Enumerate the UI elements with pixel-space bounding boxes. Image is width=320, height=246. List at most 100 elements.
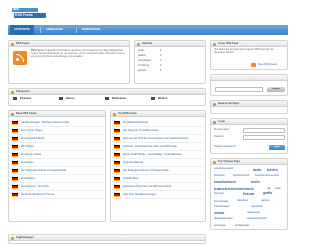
statistics-title: Statistik [142, 42, 153, 45]
tag-link[interactable]: vorsorge [214, 223, 226, 227]
tag-link[interactable]: webdesign [235, 223, 249, 227]
category-webmaster[interactable]: Webmaster [105, 97, 126, 103]
tag-link[interactable]: verbraucherrecht [247, 217, 267, 220]
bullet-icon [11, 236, 14, 240]
tag-link[interactable]: funk [275, 186, 281, 190]
tagbindings-panel: Tagbindungen [8, 234, 206, 244]
username-input[interactable] [243, 128, 285, 133]
tag-link[interactable]: grafik [263, 191, 272, 195]
german-flag-icon [12, 161, 18, 165]
search-input[interactable] [215, 87, 263, 92]
german-flag-icon [12, 153, 18, 157]
own-feed-text: Hier finden Sie den auch einen eigenen R… [214, 49, 274, 54]
german-flag-icon [12, 121, 18, 125]
tag-link[interactable]: berlin [251, 180, 260, 184]
tag-link[interactable]: bubenbed [237, 199, 248, 202]
list-item[interactable]: Infos über Staetdenfernungen [112, 191, 206, 199]
about-panel: RSS Feeds RSS Feeds mit aktuellen Inform… [8, 40, 130, 84]
category-reisen[interactable]: Reisen [59, 97, 75, 103]
tag-link[interactable]: berlin [267, 167, 278, 172]
categories-panel: Kategorien Finanzen Reisen Webmaster Wei… [8, 88, 206, 106]
list-item[interactable]: Zinsnet Dr. Gnatel [10, 151, 106, 159]
list-item[interactable]: Koch Forum Singer [10, 127, 106, 135]
forgot-password-link[interactable]: Passwort vergessen? [214, 146, 236, 148]
new-feeds-title: Neue RSS Feeds [16, 112, 37, 115]
username-label: Benutzername: [214, 129, 230, 131]
list-item[interactable]: Versicherung - Test Tools [10, 183, 106, 191]
list-item[interactable]: Ein Bildernachrichtung [112, 119, 206, 127]
search-button[interactable]: suchen [267, 87, 285, 92]
category-finanzen[interactable]: Finanzen [13, 97, 31, 103]
statistics-panel: Statistik feeds 0 gesamt: 0 eingetragen: 0 … [134, 40, 206, 84]
list-item[interactable]: Iontinelle - Finanzliebnisse zitiert von… [112, 143, 206, 151]
german-flag-icon [12, 185, 18, 189]
category-weitere[interactable]: Weitere [151, 97, 167, 103]
own-feed-title: Unser RSS Feed [218, 42, 239, 45]
tag-link[interactable]: advertsing-network [214, 168, 233, 170]
rss-icon [13, 51, 27, 65]
tag-link[interactable]: finanzen [214, 192, 224, 195]
tag-link[interactable]: homepage [214, 199, 228, 203]
tags-panel: Top Themen Tags advertsing-network auto … [210, 158, 288, 230]
german-flag-icon [114, 161, 120, 165]
list-item[interactable]: Schwatz Beta [112, 175, 206, 183]
german-flag-icon [12, 129, 18, 133]
list-item[interactable]: Branchenbuch Berlin [10, 135, 106, 143]
german-flag-icon [12, 177, 18, 181]
statistics-list: feeds 0 gesamt: 0 eingetragen: 0 in Prüfung… [138, 49, 210, 74]
list-item[interactable]: PR Hobbys [10, 143, 106, 151]
german-flag-icon [12, 145, 18, 149]
list-item[interactable]: Worldwolken [10, 175, 106, 183]
login-title: Login [218, 120, 226, 123]
tag-link[interactable]: internationalen [214, 205, 230, 208]
new-feeds-panel: Neue RSS Feeds Handlerbewegen - Wichtige… [8, 110, 106, 222]
german-flag-icon [114, 129, 120, 133]
list-item[interactable]: Vergnubeldabeing [112, 159, 206, 167]
list-item[interactable]: Alles aus der Welt der Gesangsaten und L… [112, 135, 206, 143]
newest-title: Neueste Einträge [218, 102, 240, 105]
password-input[interactable] [243, 135, 285, 140]
list-item[interactable]: Der Zielgruppenlinkset in Provate Portal… [10, 167, 106, 175]
top-feeds-title: Top RSS Feeds [118, 112, 137, 115]
german-flag-icon [114, 177, 120, 181]
top-feeds-list: Ein Bildernachrichtung Alle Tipps von Tu… [112, 119, 206, 199]
nav-item-newsartikel[interactable]: NEWSARTIKEL [78, 25, 105, 35]
german-flag-icon [12, 193, 18, 197]
about-text: RSS Feeds mit aktuellen Informationen ge… [31, 50, 126, 58]
tag-link[interactable]: branchenverzeichnis [255, 174, 279, 177]
german-flag-icon [114, 169, 120, 173]
list-item[interactable]: Deutsche Wordpress Themes [10, 191, 106, 199]
own-feed-panel: Unser RSS Feed Hier finden Sie den auch … [210, 40, 288, 70]
bullet-icon [113, 112, 116, 116]
german-flag-icon [114, 137, 120, 141]
tag-link[interactable]: forum [243, 191, 254, 196]
list-item[interactable]: Exklusivere Branchen und RSS Verzeichnis [112, 183, 206, 191]
tag-link[interactable]: dienstleistungen [214, 217, 233, 220]
tag-link[interactable]: menschen [251, 205, 263, 208]
list-item[interactable]: Alle Tipps von Tuna Bike Center [112, 127, 206, 135]
bullet-icon [213, 42, 216, 46]
list-item[interactable]: Sicher Gedichtbloge - Chucktrillage - Fi… [112, 151, 206, 159]
tag-link[interactable]: restaurants [247, 211, 260, 214]
tag-link[interactable]: urlaub [214, 211, 224, 215]
login-button[interactable]: login [269, 145, 285, 150]
stat-row: gesamt: 0 [138, 69, 162, 72]
list-item[interactable]: Handlerbewegen - Wichtige Klasse für Kid… [10, 119, 106, 127]
german-flag-icon [114, 153, 120, 157]
tag-link[interactable]: branchen [214, 174, 225, 177]
nav-item-startseite[interactable]: STARTSEITE [10, 25, 34, 35]
bullet-icon [137, 42, 140, 46]
own-feed-link[interactable]: Neue RSS Feeds [258, 63, 277, 66]
tag-link[interactable]: auto [253, 167, 261, 172]
newest-panel: Neueste Einträge [210, 100, 288, 114]
password-label: Passwort: [214, 136, 225, 138]
tag-link[interactable]: branchenbuch [233, 174, 249, 177]
tag-link[interactable]: branchenbuch [214, 180, 236, 184]
list-item[interactable]: Feedletsen [10, 159, 106, 167]
tag-link[interactable]: die [267, 186, 271, 190]
site-logo[interactable]: MEIN RSS Feeds [12, 8, 48, 20]
nav-item-anmeldung[interactable]: ANMELDUNG [42, 25, 67, 35]
top-feeds-panel: Top RSS Feeds Ein Bildernachrichtung All… [110, 110, 206, 222]
tag-link[interactable]: partner [261, 199, 269, 202]
list-item[interactable]: Der Zielgruppenlinkset in Provate Portal… [112, 167, 206, 175]
